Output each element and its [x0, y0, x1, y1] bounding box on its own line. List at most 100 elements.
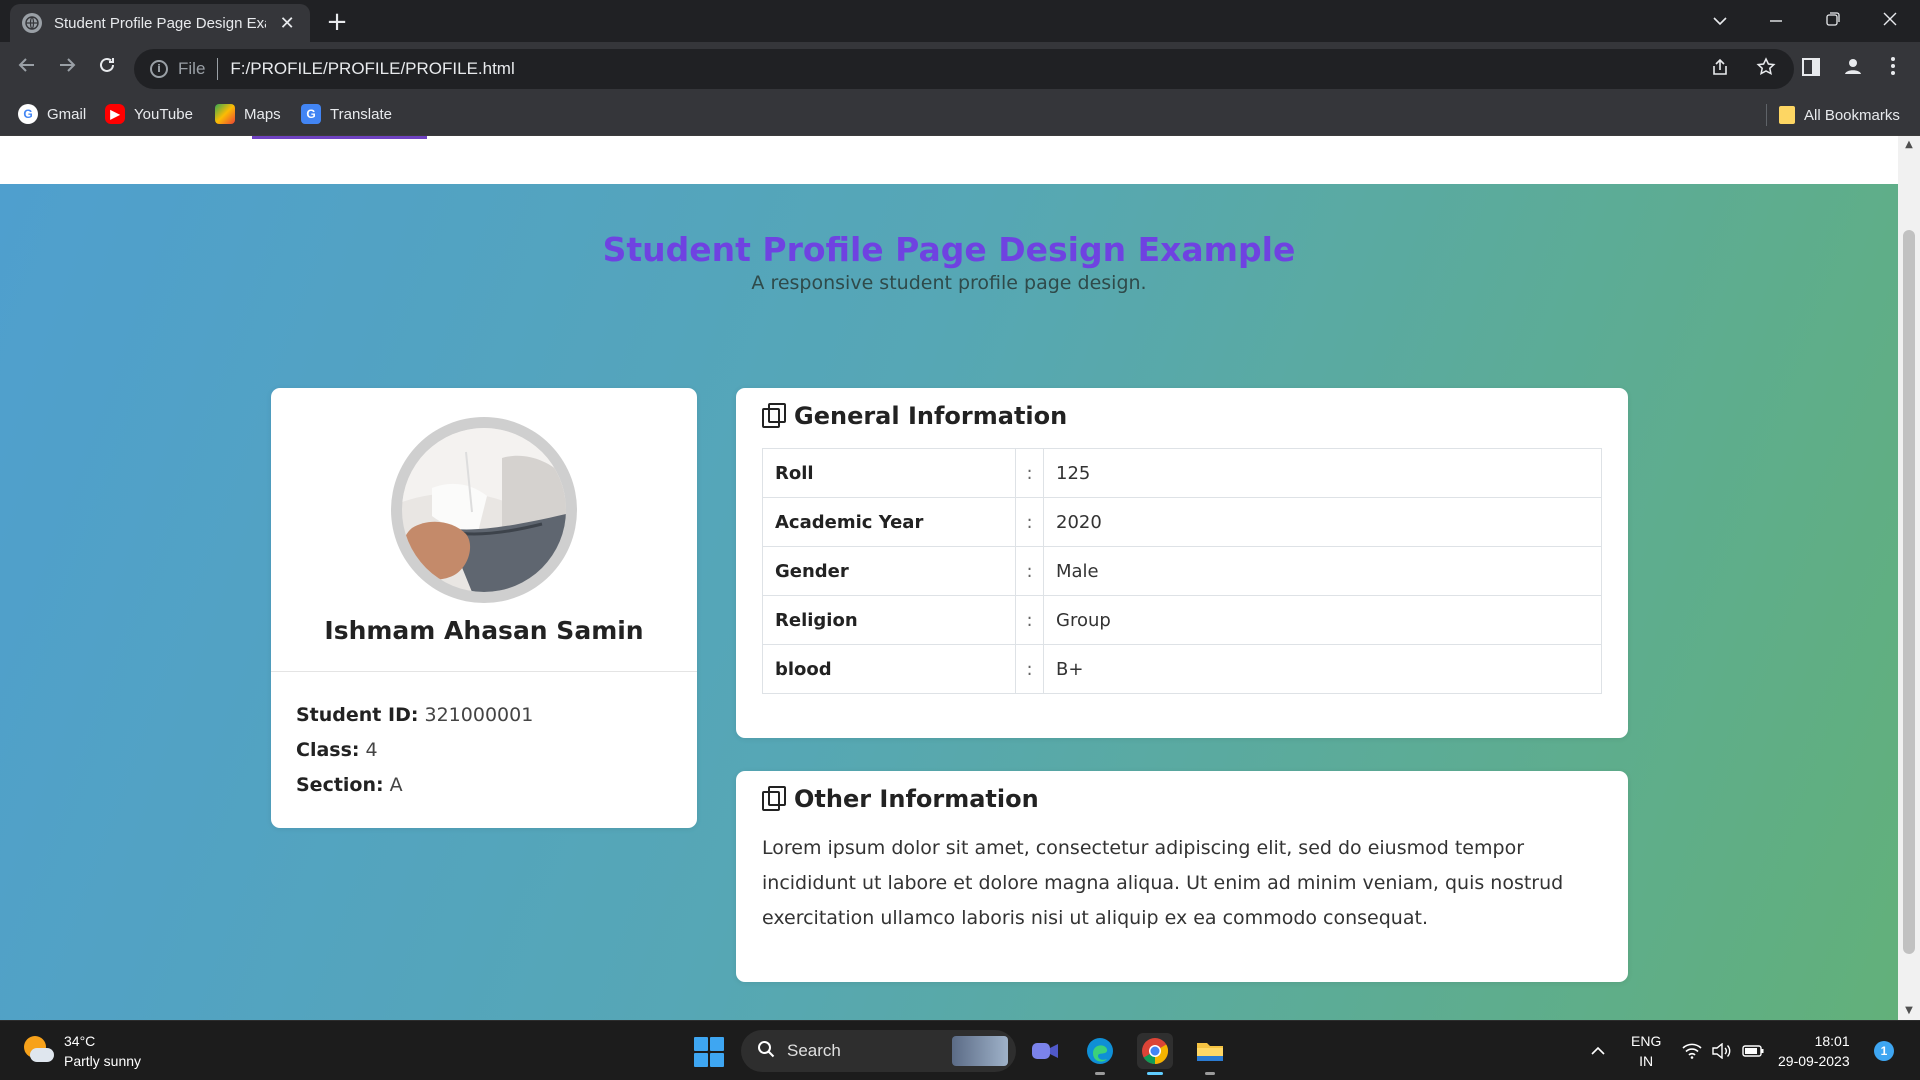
- info-icon[interactable]: i: [150, 60, 168, 78]
- page-subtitle: A responsive student profile page design…: [751, 272, 1147, 294]
- page-scrollbar[interactable]: ▲ ▼: [1898, 136, 1920, 1020]
- back-icon[interactable]: [12, 54, 42, 84]
- bookmark-star-icon[interactable]: [1754, 57, 1778, 81]
- battery-icon[interactable]: [1742, 1021, 1764, 1080]
- close-window-icon[interactable]: [1870, 6, 1910, 36]
- meet-app-icon[interactable]: [1027, 1033, 1063, 1069]
- general-info-title: General Information: [794, 402, 1068, 430]
- tab-search-icon[interactable]: [1700, 6, 1740, 36]
- bookmarks-divider: [1766, 104, 1767, 126]
- bookmark-translate[interactable]: G Translate: [301, 104, 392, 124]
- edge-icon[interactable]: [1082, 1033, 1118, 1075]
- volume-icon[interactable]: [1712, 1021, 1732, 1080]
- menu-icon[interactable]: [1878, 54, 1908, 84]
- url-scheme: File: [178, 59, 206, 78]
- row-key: Academic Year: [762, 497, 1016, 547]
- other-info-title: Other Information: [794, 785, 1039, 813]
- close-tab-icon[interactable]: ✕: [276, 13, 298, 34]
- file-explorer-icon[interactable]: [1192, 1033, 1228, 1075]
- globe-icon: [22, 13, 42, 33]
- notification-center[interactable]: 1: [1874, 1021, 1894, 1080]
- scroll-down-arrow-icon[interactable]: ▼: [1898, 1002, 1920, 1020]
- student-name: Ishmam Ahasan Samin: [324, 616, 644, 645]
- student-id-label: Student ID:: [296, 704, 419, 726]
- share-icon[interactable]: [1708, 57, 1732, 81]
- region-code: IN: [1639, 1053, 1654, 1069]
- bookmark-youtube[interactable]: ▶ YouTube: [105, 104, 193, 124]
- class-value: 4: [365, 739, 378, 761]
- copy-icon: [762, 403, 788, 429]
- avatar: [391, 417, 577, 603]
- row-separator: :: [1015, 644, 1044, 694]
- scroll-up-arrow-icon[interactable]: ▲: [1898, 136, 1920, 154]
- show-hidden-icons[interactable]: [1590, 1021, 1606, 1080]
- table-row: Academic Year : 2020: [762, 497, 1602, 547]
- row-key: blood: [762, 644, 1016, 694]
- weather-text: 34°C Partly sunny: [64, 1031, 141, 1071]
- profile-details: Student ID: 321000001 Class: 4 Section: …: [296, 698, 533, 803]
- search-highlight-icon: [952, 1036, 1008, 1066]
- general-info-card: General Information Roll : 125 Academic …: [736, 388, 1628, 738]
- divider: [271, 671, 697, 672]
- weather-description: Partly sunny: [64, 1053, 142, 1069]
- table-row: blood : B+: [762, 644, 1602, 694]
- section-label: Section:: [296, 774, 384, 796]
- weather-widget[interactable]: 34°C Partly sunny: [20, 1031, 141, 1071]
- side-panel-icon[interactable]: [1796, 54, 1826, 84]
- row-value: Group: [1043, 595, 1602, 645]
- section-value: A: [389, 774, 403, 796]
- row-value: B+: [1043, 644, 1602, 694]
- bookmark-maps[interactable]: Maps: [215, 104, 281, 124]
- class-label: Class:: [296, 739, 360, 761]
- running-indicator: [1205, 1072, 1215, 1075]
- bookmark-label: Maps: [244, 105, 281, 123]
- browser-tab[interactable]: Student Profile Page Design Exa ✕: [10, 4, 310, 42]
- search-icon: [757, 1039, 775, 1063]
- scroll-thumb[interactable]: [1903, 230, 1915, 954]
- restore-icon[interactable]: [1813, 6, 1853, 36]
- new-tab-button[interactable]: +: [322, 8, 352, 38]
- copy-icon: [762, 786, 788, 812]
- address-bar[interactable]: i File F:/PROFILE/PROFILE/PROFILE.html: [134, 49, 1794, 89]
- windows-start-icon[interactable]: [694, 1037, 724, 1067]
- input-language[interactable]: ENG IN: [1631, 1021, 1661, 1080]
- forward-icon[interactable]: [52, 54, 82, 84]
- row-separator: :: [1015, 546, 1044, 596]
- all-bookmarks-label: All Bookmarks: [1804, 106, 1900, 124]
- system-clock[interactable]: 18:01 29-09-2023: [1778, 1021, 1850, 1080]
- row-key: Religion: [762, 595, 1016, 645]
- notification-badge: 1: [1874, 1041, 1894, 1061]
- row-value: 125: [1043, 448, 1602, 498]
- bookmark-label: YouTube: [134, 105, 193, 123]
- all-bookmarks[interactable]: All Bookmarks: [1766, 104, 1900, 126]
- row-key: Gender: [762, 546, 1016, 596]
- student-id-value: 321000001: [424, 704, 534, 726]
- language-code: ENG: [1631, 1033, 1662, 1049]
- row-separator: :: [1015, 448, 1044, 498]
- url-separator: [217, 58, 219, 80]
- reload-icon[interactable]: [92, 54, 122, 84]
- bookmark-label: Gmail: [47, 105, 87, 123]
- section-row: Section: A: [296, 768, 533, 803]
- browser-toolbar: i File F:/PROFILE/PROFILE/PROFILE.html: [0, 42, 1920, 96]
- profile-icon[interactable]: [1838, 54, 1868, 84]
- student-photo: [402, 428, 566, 592]
- wifi-icon[interactable]: [1682, 1021, 1702, 1080]
- url-text[interactable]: F:/PROFILE/PROFILE/PROFILE.html: [230, 59, 514, 79]
- chrome-icon[interactable]: [1137, 1033, 1173, 1075]
- taskbar-search[interactable]: Search: [741, 1030, 1016, 1072]
- bookmark-label: Translate: [330, 105, 392, 123]
- maps-icon: [215, 104, 235, 124]
- translate-icon: G: [301, 104, 321, 124]
- other-info-card: Other Information Lorem ipsum dolor sit …: [736, 771, 1628, 982]
- table-row: Roll : 125: [762, 448, 1602, 498]
- weather-temperature: 34°C: [64, 1033, 96, 1049]
- class-row: Class: 4: [296, 733, 533, 768]
- folder-icon: [1779, 106, 1795, 124]
- tab-strip: Student Profile Page Design Exa ✕ +: [0, 0, 1920, 42]
- search-placeholder: Search: [787, 1041, 841, 1060]
- other-info-heading: Other Information: [762, 785, 1039, 813]
- table-row: Religion : Group: [762, 595, 1602, 645]
- bookmark-gmail[interactable]: G Gmail: [18, 104, 86, 124]
- minimize-icon[interactable]: [1756, 6, 1796, 36]
